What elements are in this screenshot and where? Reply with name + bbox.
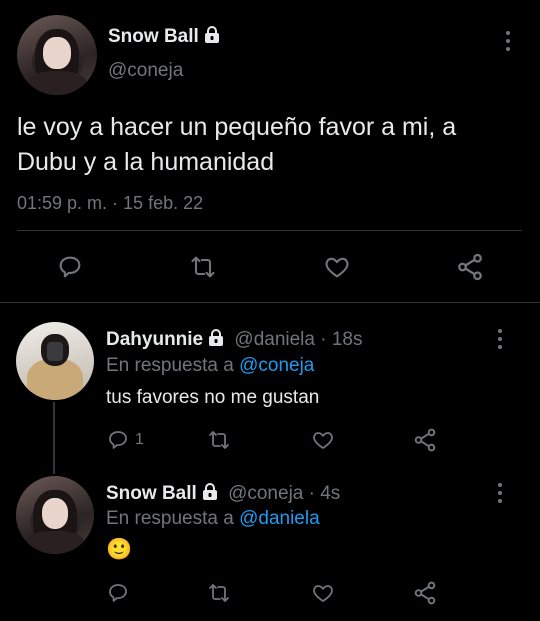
reply-prefix: En respuesta a <box>106 355 234 376</box>
display-name[interactable]: Snow Ball <box>106 483 197 504</box>
reply-icon[interactable] <box>56 253 84 281</box>
tweet-text-line: le voy a hacer un pequeño favor a mi, a <box>17 113 457 141</box>
display-name[interactable]: Dahyunnie <box>106 329 203 350</box>
thread-line <box>53 402 55 474</box>
more-icon[interactable] <box>492 482 508 509</box>
share-icon[interactable] <box>412 427 438 453</box>
like-icon[interactable] <box>322 253 352 281</box>
reply-context: En respuesta a @daniela <box>106 508 320 530</box>
avatar[interactable] <box>16 476 94 554</box>
lock-icon <box>204 26 219 43</box>
tweet-text: le voy a hacer un pequeño favor a mi, a … <box>17 110 456 180</box>
author-name-row: Snow Ball <box>108 26 221 48</box>
retweet-icon[interactable] <box>206 581 232 605</box>
display-name[interactable]: Snow Ball <box>108 26 199 47</box>
divider <box>17 230 522 231</box>
lock-icon <box>202 483 217 500</box>
reply-context: En respuesta a @coneja <box>106 355 314 377</box>
avatar[interactable] <box>16 322 94 400</box>
retweet-icon[interactable] <box>188 253 218 281</box>
reply-text: 🙂 <box>106 538 133 561</box>
timestamp[interactable]: 01:59 p. m. · 15 feb. 22 <box>17 193 203 214</box>
retweet-icon[interactable] <box>206 428 232 452</box>
like-icon[interactable] <box>310 428 336 452</box>
avatar[interactable] <box>17 15 97 95</box>
divider <box>0 302 540 303</box>
more-icon[interactable] <box>492 328 508 355</box>
reply-icon[interactable] <box>106 428 130 452</box>
share-icon[interactable] <box>455 252 485 282</box>
reply-icon[interactable] <box>106 581 130 605</box>
handle-time[interactable]: @coneja · 4s <box>228 483 340 504</box>
handle[interactable]: @coneja <box>108 60 183 82</box>
reply-count: 1 <box>135 431 144 448</box>
reply-header: Snow Ball @coneja · 4s <box>106 483 340 505</box>
mention-link[interactable]: @coneja <box>239 355 314 376</box>
mention-link[interactable]: @daniela <box>239 508 320 529</box>
reply-text: tus favores no me gustan <box>106 387 320 408</box>
share-icon[interactable] <box>412 580 438 606</box>
reply-prefix: En respuesta a <box>106 508 234 529</box>
tweet-text-line: Dubu y a la humanidad <box>17 148 275 176</box>
lock-icon <box>209 329 224 346</box>
like-icon[interactable] <box>310 581 336 605</box>
more-icon[interactable] <box>500 30 516 57</box>
handle-time[interactable]: @daniela · 18s <box>234 329 362 350</box>
reply-header: Dahyunnie @daniela · 18s <box>106 329 363 351</box>
